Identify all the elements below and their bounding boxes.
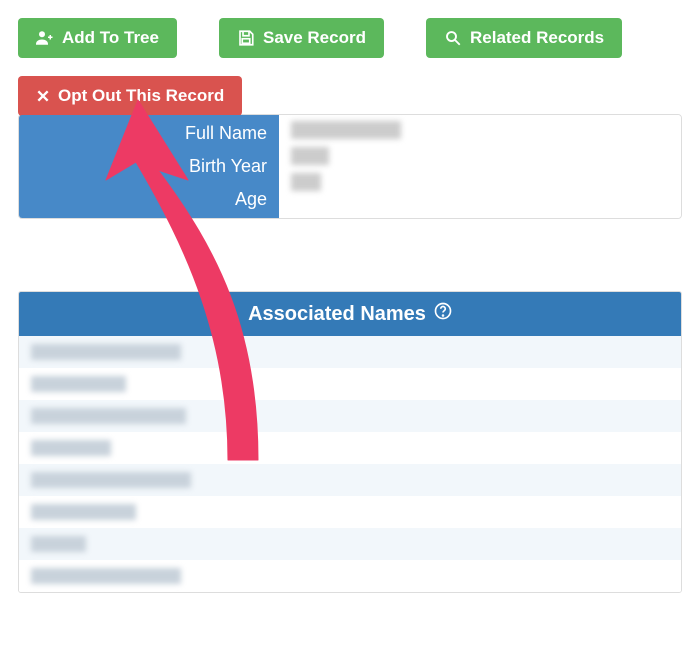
- associated-names-list: [19, 336, 681, 592]
- age-label: Age: [19, 187, 267, 212]
- associated-name-value: [31, 504, 136, 520]
- associated-name-value: [31, 440, 111, 456]
- toolbar-row: Add To Tree Save Record Related Records: [18, 18, 682, 58]
- opt-out-button[interactable]: Opt Out This Record: [18, 76, 242, 116]
- birth-year-value: [291, 147, 329, 165]
- add-to-tree-button[interactable]: Add To Tree: [18, 18, 177, 58]
- optout-row: Opt Out This Record: [18, 76, 682, 116]
- add-to-tree-label: Add To Tree: [62, 28, 159, 48]
- save-icon: [237, 29, 255, 47]
- associated-name-value: [31, 472, 191, 488]
- associated-name-value: [31, 408, 186, 424]
- list-item[interactable]: [19, 368, 681, 400]
- list-item[interactable]: [19, 336, 681, 368]
- record-summary-card: Full Name Birth Year Age: [18, 114, 682, 219]
- opt-out-label: Opt Out This Record: [58, 86, 224, 106]
- associated-name-value: [31, 344, 181, 360]
- record-labels-column: Full Name Birth Year Age: [19, 115, 279, 218]
- save-record-button[interactable]: Save Record: [219, 18, 384, 58]
- record-values-column: [279, 115, 681, 218]
- birth-year-label: Birth Year: [19, 154, 267, 179]
- list-item[interactable]: [19, 560, 681, 592]
- list-item[interactable]: [19, 528, 681, 560]
- full-name-value: [291, 121, 401, 139]
- related-records-button[interactable]: Related Records: [426, 18, 622, 58]
- full-name-label: Full Name: [19, 121, 267, 146]
- associated-name-value: [31, 536, 86, 552]
- save-record-label: Save Record: [263, 28, 366, 48]
- associated-name-value: [31, 376, 126, 392]
- list-item[interactable]: [19, 496, 681, 528]
- associated-names-panel: Associated Names: [18, 291, 682, 593]
- list-item[interactable]: [19, 464, 681, 496]
- associated-name-value: [31, 568, 181, 584]
- associated-names-header: Associated Names: [19, 292, 681, 336]
- help-icon[interactable]: [434, 302, 452, 326]
- list-item[interactable]: [19, 432, 681, 464]
- related-records-label: Related Records: [470, 28, 604, 48]
- user-plus-icon: [36, 29, 54, 47]
- age-value: [291, 173, 321, 191]
- list-item[interactable]: [19, 400, 681, 432]
- close-icon: [36, 89, 50, 103]
- associated-names-title: Associated Names: [248, 303, 426, 326]
- search-icon: [444, 29, 462, 47]
